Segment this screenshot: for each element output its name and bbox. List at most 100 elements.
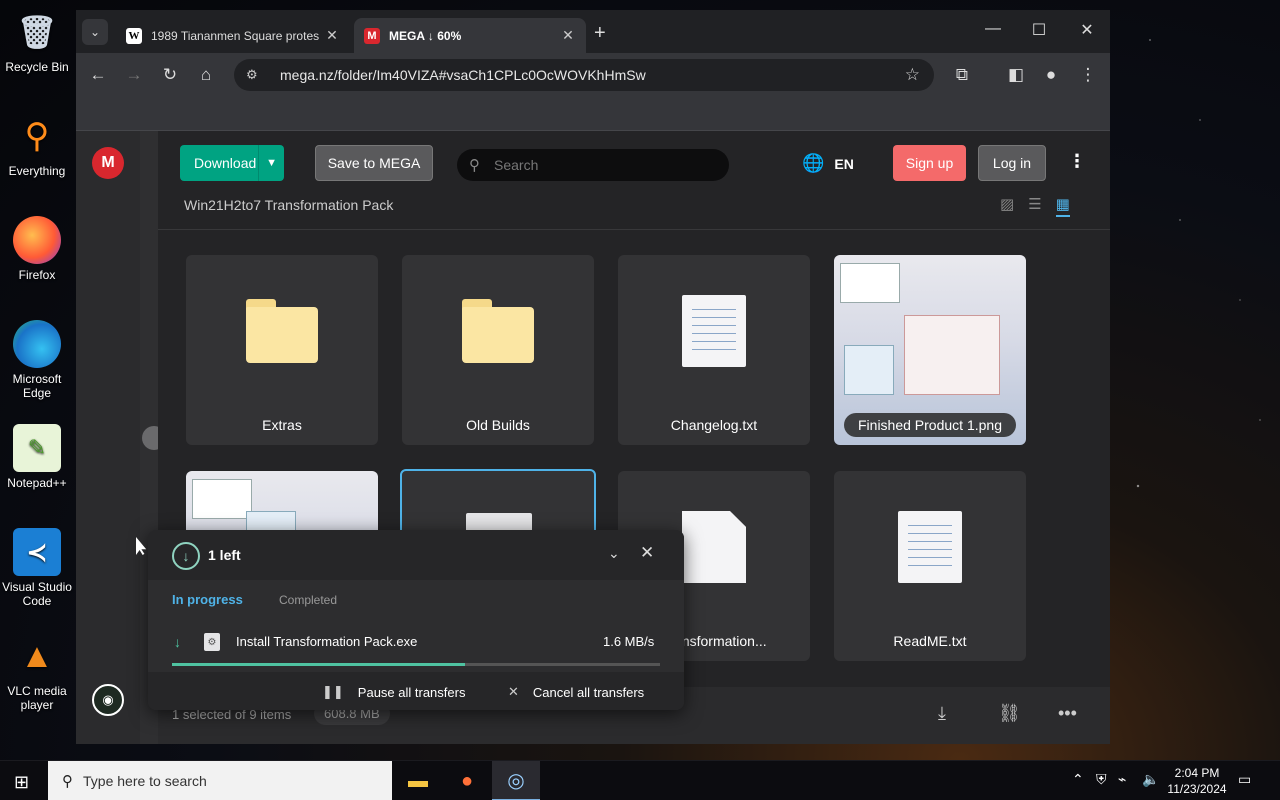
download-icon[interactable]: ⤓ [938,703,946,724]
desktop-icon-edge[interactable]: Microsoft Edge [0,320,74,400]
extensions-icon[interactable]: ⧉ [950,63,974,87]
transfer-actions: ❚❚ Pause all transfers ✕ Cancel all tran… [148,672,684,710]
desktop-icon-vlc[interactable]: ▲ VLC media player [0,632,74,712]
grid-view-icon[interactable]: ▦ [1055,195,1070,217]
forward-icon[interactable]: → [122,63,146,87]
item-name: Extras [262,417,302,433]
collapse-chevron-icon[interactable]: ⌄ [608,545,620,562]
text-file-icon [898,511,962,583]
transfer-manager-icon[interactable]: ◉ [92,684,124,716]
more-options-icon[interactable]: ⋮ [1068,151,1086,172]
vscode-icon: ≺ [13,528,61,576]
search-input[interactable]: ⚲ Search [457,149,729,181]
tab-completed[interactable]: Completed [279,593,337,607]
grid-item-file[interactable]: ReadME.txt [834,471,1026,661]
clock-time: 2:04 PM [1174,766,1220,780]
grid-item-folder[interactable]: Extras [186,255,378,445]
transfer-progress-fill [172,663,465,666]
close-icon[interactable]: ✕ [640,543,654,563]
browser-menu-icon[interactable]: ⋮ [1076,63,1100,87]
address-bar[interactable]: ⚙ mega.nz/folder/Im40VIZA#vsaCh1CPLc0OcW… [234,59,934,91]
tab-strip: ⌄ W 1989 Tiananmen Square protes ✕ M MEG… [76,10,1110,53]
tab-wikipedia[interactable]: W 1989 Tiananmen Square protes ✕ [116,18,350,53]
close-tab-icon[interactable]: ✕ [324,27,340,44]
globe-icon: 🌐 [802,153,825,173]
close-window-icon[interactable]: ✕ [1064,20,1110,40]
grid-item-file[interactable]: Changelog.txt [618,255,810,445]
url-text: mega.nz/folder/Im40VIZA#vsaCh1CPLc0OcWOV… [280,67,646,83]
desktop-icon-label: Microsoft Edge [12,372,62,400]
link-icon[interactable]: ⛓ [998,703,1021,724]
recycle-bin-icon: 🗑 [16,14,58,50]
network-icon[interactable]: ⌁ [1118,771,1126,788]
media-view-icon[interactable]: ▨ [1000,195,1014,217]
site-info-icon[interactable]: ⚙ [246,67,264,83]
view-switcher: ▨ ☰ ▦ [1000,195,1070,217]
firefox-icon[interactable]: ● [443,761,491,800]
login-button[interactable]: Log in [978,145,1046,181]
taskbar-search[interactable]: ⚲ Type here to search [48,761,392,800]
volume-icon[interactable]: 🔈 [1142,771,1159,788]
cancel-icon: ✕ [508,684,519,699]
cancel-all-button[interactable]: ✕ Cancel all transfers [508,684,644,700]
desktop-icon-firefox[interactable]: Firefox [0,216,74,282]
more-icon[interactable]: ••• [1058,703,1077,724]
notepadpp-icon: ✎ [13,424,61,472]
transfer-progress-bar [172,663,660,666]
search-icon: ⚲ [62,773,73,790]
browser-toolbar: ← → ↻ ⌂ ⚙ mega.nz/folder/Im40VIZA#vsaCh1… [76,53,1110,96]
show-hidden-icons[interactable]: ⌃ [1072,771,1084,788]
desktop-icon-label: Notepad++ [7,476,67,490]
list-view-icon[interactable]: ☰ [1028,195,1041,217]
pause-icon: ❚❚ [322,684,344,699]
maximize-icon[interactable]: ☐ [1016,20,1062,40]
item-name: Changelog.txt [670,417,758,433]
desktop-icon-recycle-bin[interactable]: 🗑 Recycle Bin [0,8,74,74]
desktop-icon-label: Visual Studio Code [2,580,72,608]
notifications-icon[interactable]: ▭ [1238,771,1251,788]
download-button[interactable]: Download ▼ [180,145,284,181]
cancel-label: Cancel all transfers [532,684,645,700]
signup-button[interactable]: Sign up [893,145,966,181]
desktop-icon-label: VLC media player [7,684,67,712]
desktop-icon-label: Everything [8,164,66,178]
text-file-icon [682,295,746,367]
side-panel-icon[interactable]: ◧ [1004,63,1028,87]
minimize-icon[interactable]: — [970,20,1016,38]
download-arrow-icon: ↓ [174,634,181,650]
home-icon[interactable]: ⌂ [194,63,218,87]
active-app-icon[interactable]: ◎ [492,761,540,800]
mega-logo-icon[interactable]: M [92,147,124,179]
desktop-icon-vscode[interactable]: ≺ Visual Studio Code [0,528,74,608]
file-explorer-icon[interactable]: ▬ [394,761,442,800]
transfer-header: ↓ 1 left ⌄ ✕ [148,530,684,580]
pause-all-button[interactable]: ❚❚ Pause all transfers [322,684,465,700]
item-name: Old Builds [466,417,530,433]
item-name: Finished Product 1.png [844,413,1016,437]
desktop-icon-label: Recycle Bin [5,60,69,74]
security-icon[interactable]: ⛨ [1096,771,1107,788]
new-tab-icon[interactable]: + [594,22,606,45]
reload-icon[interactable]: ↻ [158,63,182,87]
grid-item-folder[interactable]: Old Builds [402,255,594,445]
mega-favicon-icon: M [364,27,380,44]
desktop-icon-notepadpp[interactable]: ✎ Notepad++ [0,424,74,490]
profile-icon[interactable]: ● [1039,63,1063,87]
back-icon[interactable]: ← [86,63,110,87]
system-clock[interactable]: 2:04 PM 11/23/2024 [1164,765,1230,797]
grid-item-image[interactable]: Finished Product 1.png [834,255,1026,445]
windows-start-icon[interactable]: ⊞ [14,772,29,793]
bookmark-bar [76,96,1110,131]
save-to-mega-button[interactable]: Save to MEGA [315,145,433,181]
bookmark-star-icon[interactable]: ☆ [905,65,920,85]
language-selector[interactable]: 🌐 EN [802,153,854,174]
generic-file-icon [682,511,746,583]
tab-search-button[interactable]: ⌄ [82,19,108,45]
folder-icon [462,299,534,363]
desktop-icon-everything[interactable]: ⚲ Everything [0,112,74,178]
tab-in-progress[interactable]: In progress [172,592,243,607]
search-placeholder: Search [494,157,539,173]
tab-mega[interactable]: M MEGA ↓ 60% ✕ [354,18,586,53]
close-tab-icon[interactable]: ✕ [560,27,576,44]
chevron-down-icon[interactable]: ▼ [258,145,284,181]
